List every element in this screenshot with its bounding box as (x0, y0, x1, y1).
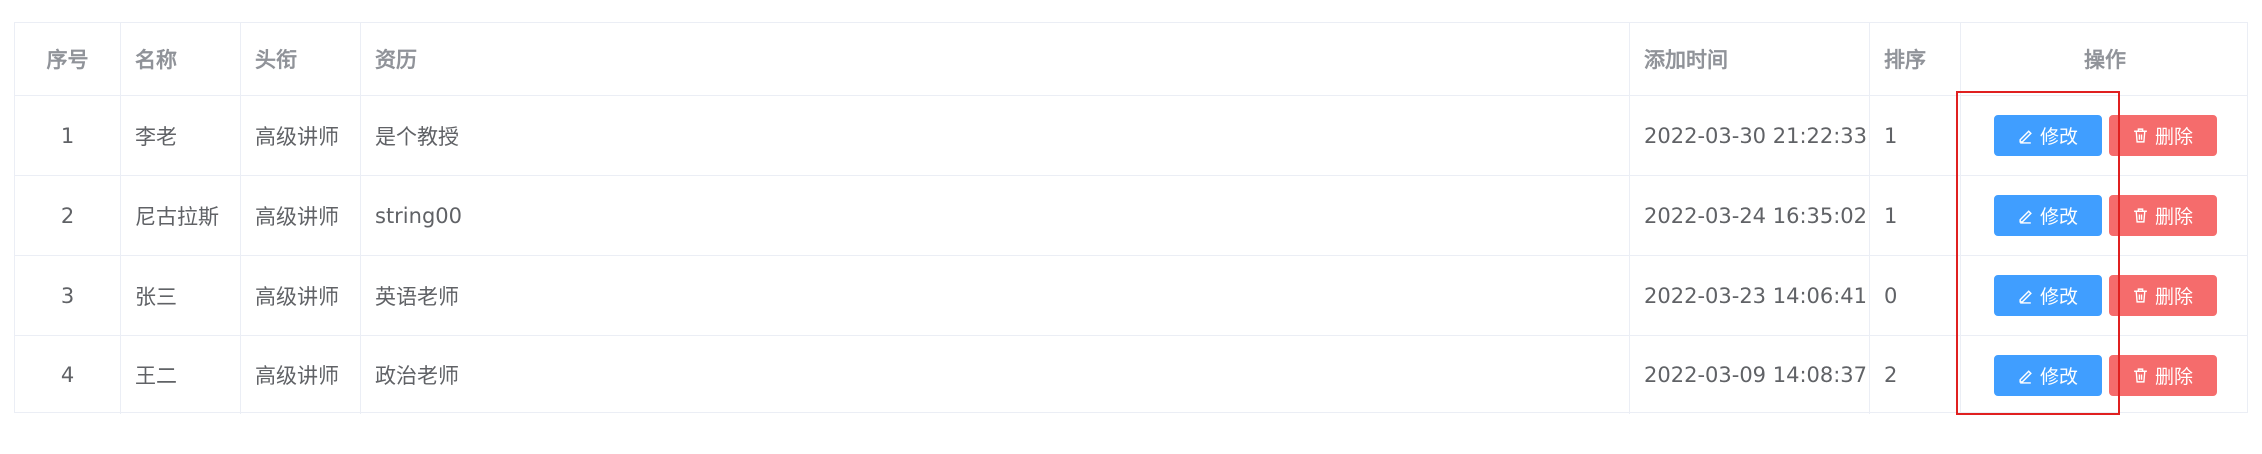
edit-button-label: 修改 (2039, 126, 2078, 148)
edit-button-label: 修改 (2039, 365, 2078, 388)
lecturer-table: 序号 名称 头衔 资历 添加时间 排序 操作 1 李老 高级讲师 是个教授 20… (14, 22, 2248, 414)
delete-button-label: 删除 (2154, 126, 2193, 148)
edit-icon (2019, 290, 2032, 304)
row-title: 高级讲师 (241, 96, 361, 175)
row-bio: string00 (361, 176, 1630, 255)
row-index: 4 (15, 336, 121, 414)
delete-button[interactable]: 删除 (2108, 195, 2217, 236)
row-title: 高级讲师 (241, 336, 361, 414)
row-added-time: 2022-03-23 14:06:41 (1630, 256, 1870, 335)
column-header-added-time: 添加时间 (1630, 23, 1870, 95)
row-added-time: 2022-03-09 14:08:37 (1630, 336, 1870, 414)
row-bio: 是个教授 (361, 96, 1630, 175)
row-name: 尼古拉斯 (121, 176, 241, 255)
column-header-actions: 操作 (2084, 48, 2126, 72)
row-actions: 修改 删除 (1961, 176, 2249, 255)
trash-icon (2134, 208, 2147, 223)
edit-icon (2019, 210, 2032, 224)
table-row: 4 王二 高级讲师 政治老师 2022-03-09 14:08:37 2 修改 … (15, 336, 2247, 414)
column-header-name: 名称 (121, 23, 241, 95)
column-header-index: 序号 (15, 23, 121, 95)
table-row: 3 张三 高级讲师 英语老师 2022-03-23 14:06:41 0 修改 … (15, 256, 2247, 336)
row-index: 2 (15, 176, 121, 255)
row-added-time: 2022-03-24 16:35:02 (1630, 176, 1870, 255)
column-header-title: 头衔 (241, 23, 361, 95)
trash-icon (2134, 367, 2147, 383)
row-added-time: 2022-03-30 21:22:33 (1630, 96, 1870, 175)
row-actions: 修改 删除 (1961, 96, 2249, 175)
edit-button[interactable]: 修改 (1993, 275, 2102, 316)
edit-icon (2019, 369, 2032, 384)
row-sort: 1 (1870, 176, 1961, 255)
delete-button-label: 删除 (2154, 365, 2193, 388)
column-header-bio: 资历 (361, 23, 1630, 95)
row-actions: 修改 删除 (1961, 336, 2249, 414)
trash-icon (2134, 288, 2147, 303)
delete-button[interactable]: 删除 (2108, 115, 2217, 156)
column-header-sort: 排序 (1870, 23, 1961, 95)
edit-icon (2019, 130, 2032, 144)
row-name: 王二 (121, 336, 241, 414)
edit-button[interactable]: 修改 (1993, 195, 2102, 236)
table-header: 序号 名称 头衔 资历 添加时间 排序 操作 (15, 23, 2247, 96)
row-sort: 2 (1870, 336, 1961, 414)
delete-button-label: 删除 (2154, 206, 2193, 228)
row-actions: 修改 删除 (1961, 256, 2249, 335)
trash-icon (2134, 128, 2147, 143)
row-index: 3 (15, 256, 121, 335)
row-bio: 政治老师 (361, 336, 1630, 414)
row-title: 高级讲师 (241, 176, 361, 255)
row-name: 张三 (121, 256, 241, 335)
table-row: 2 尼古拉斯 高级讲师 string00 2022-03-24 16:35:02… (15, 176, 2247, 256)
row-bio: 英语老师 (361, 256, 1630, 335)
edit-button-label: 修改 (2039, 206, 2078, 228)
row-name: 李老 (121, 96, 241, 175)
row-title: 高级讲师 (241, 256, 361, 335)
row-sort: 1 (1870, 96, 1961, 175)
delete-button-label: 删除 (2154, 286, 2193, 308)
edit-button[interactable]: 修改 (1993, 115, 2102, 156)
table-row: 1 李老 高级讲师 是个教授 2022-03-30 21:22:33 1 修改 … (15, 96, 2247, 176)
row-index: 1 (15, 96, 121, 175)
edit-button-label: 修改 (2039, 286, 2078, 308)
edit-button[interactable]: 修改 (1993, 354, 2102, 396)
delete-button[interactable]: 删除 (2108, 275, 2217, 316)
delete-button[interactable]: 删除 (2108, 354, 2217, 396)
row-sort: 0 (1870, 256, 1961, 335)
